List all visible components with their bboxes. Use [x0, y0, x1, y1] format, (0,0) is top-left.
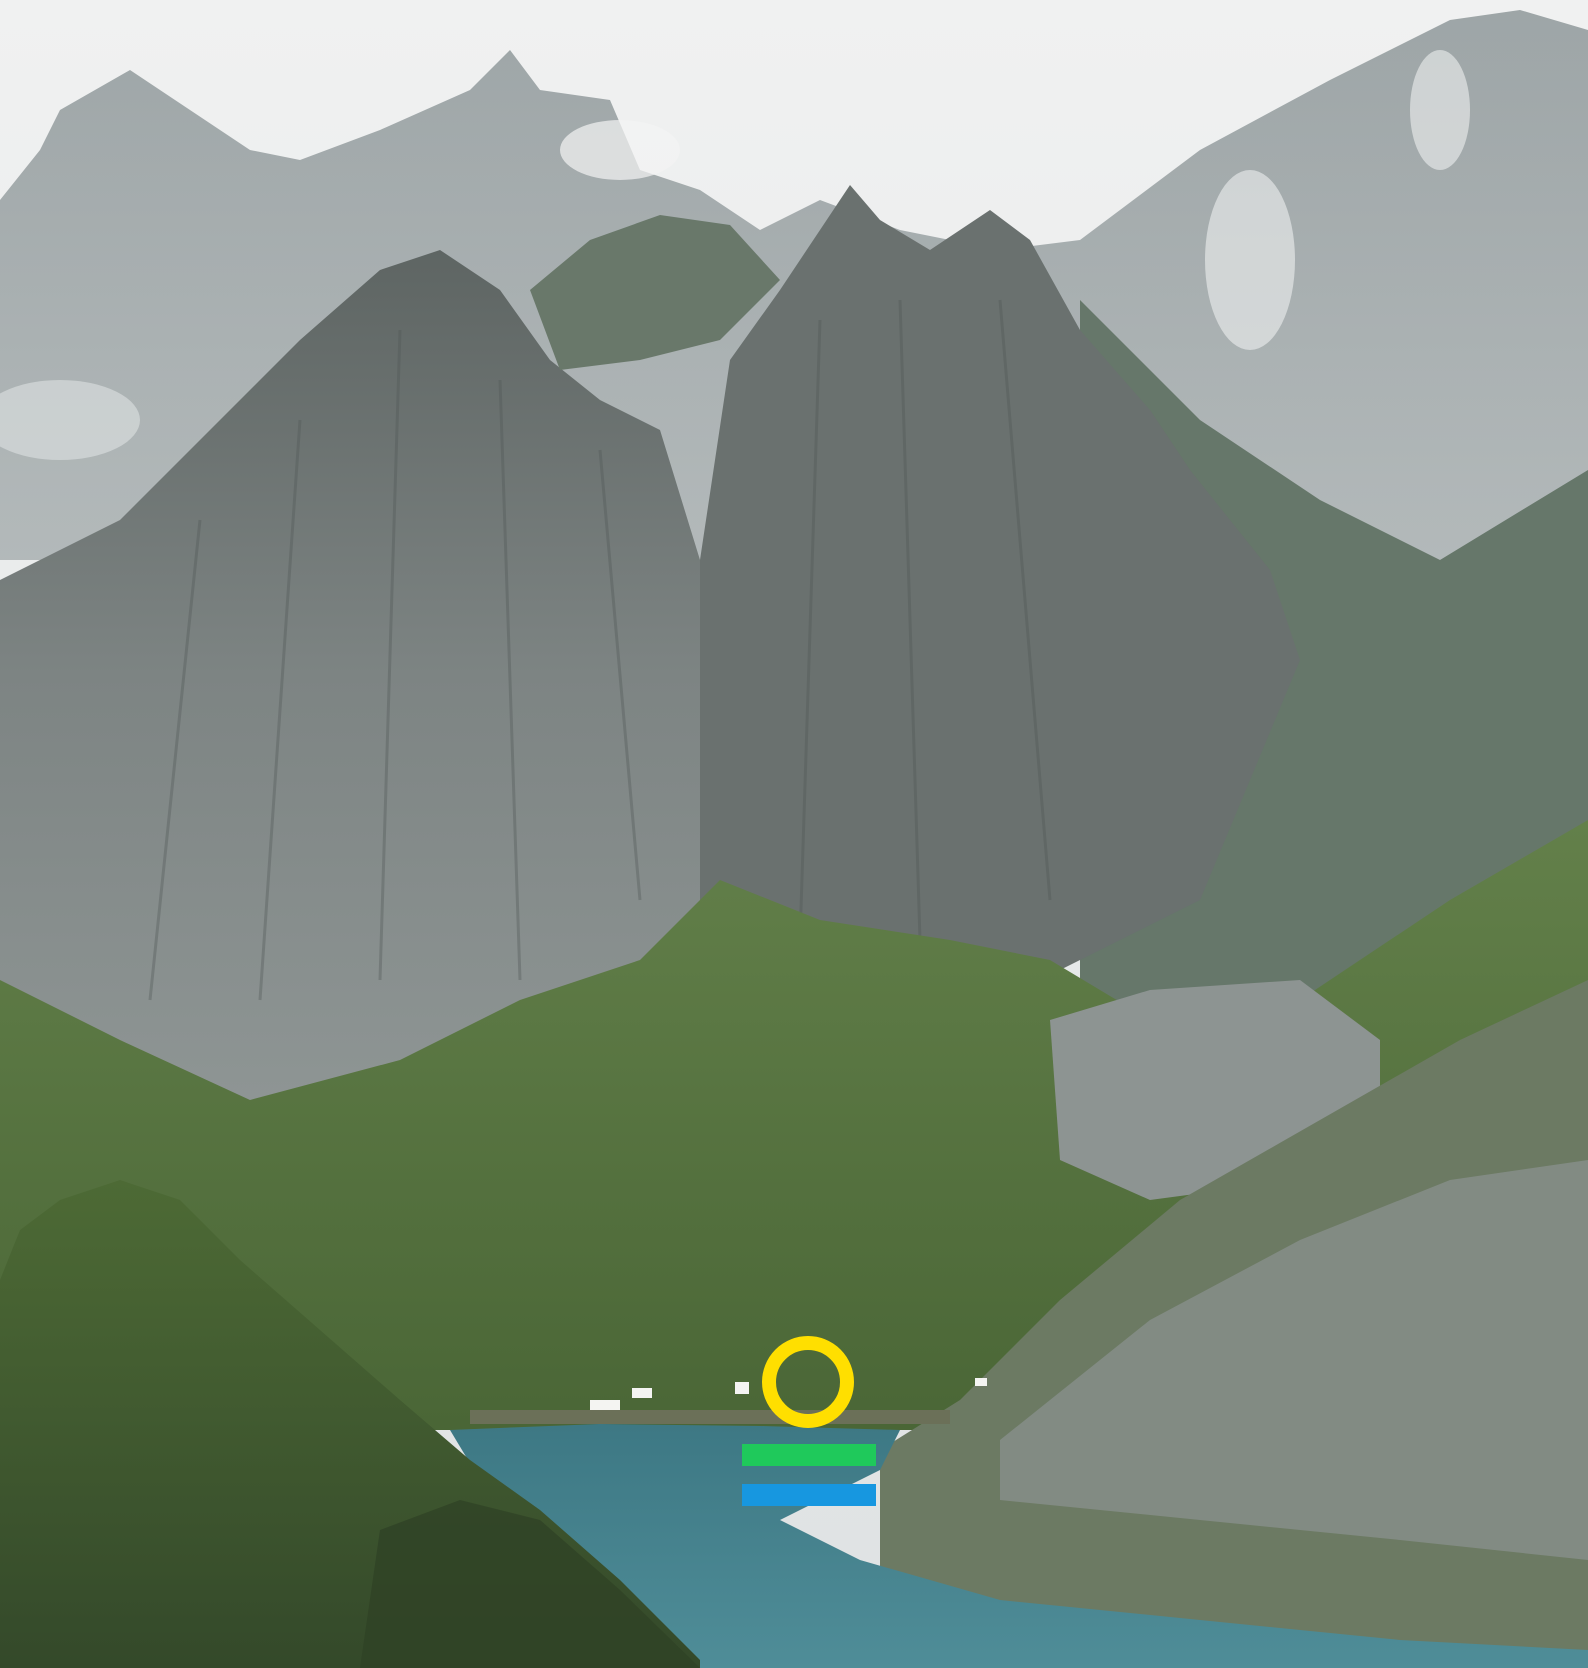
- brand-logo: [740, 1336, 880, 1508]
- logo-green-bar: [742, 1444, 876, 1466]
- landscape-photo: [0, 0, 1588, 1668]
- mist-patch: [560, 120, 680, 180]
- logo-blue-bar: [742, 1484, 876, 1506]
- logo-ring-icon: [762, 1336, 854, 1428]
- mist-patch: [1410, 50, 1470, 170]
- mist-patch: [1205, 170, 1295, 350]
